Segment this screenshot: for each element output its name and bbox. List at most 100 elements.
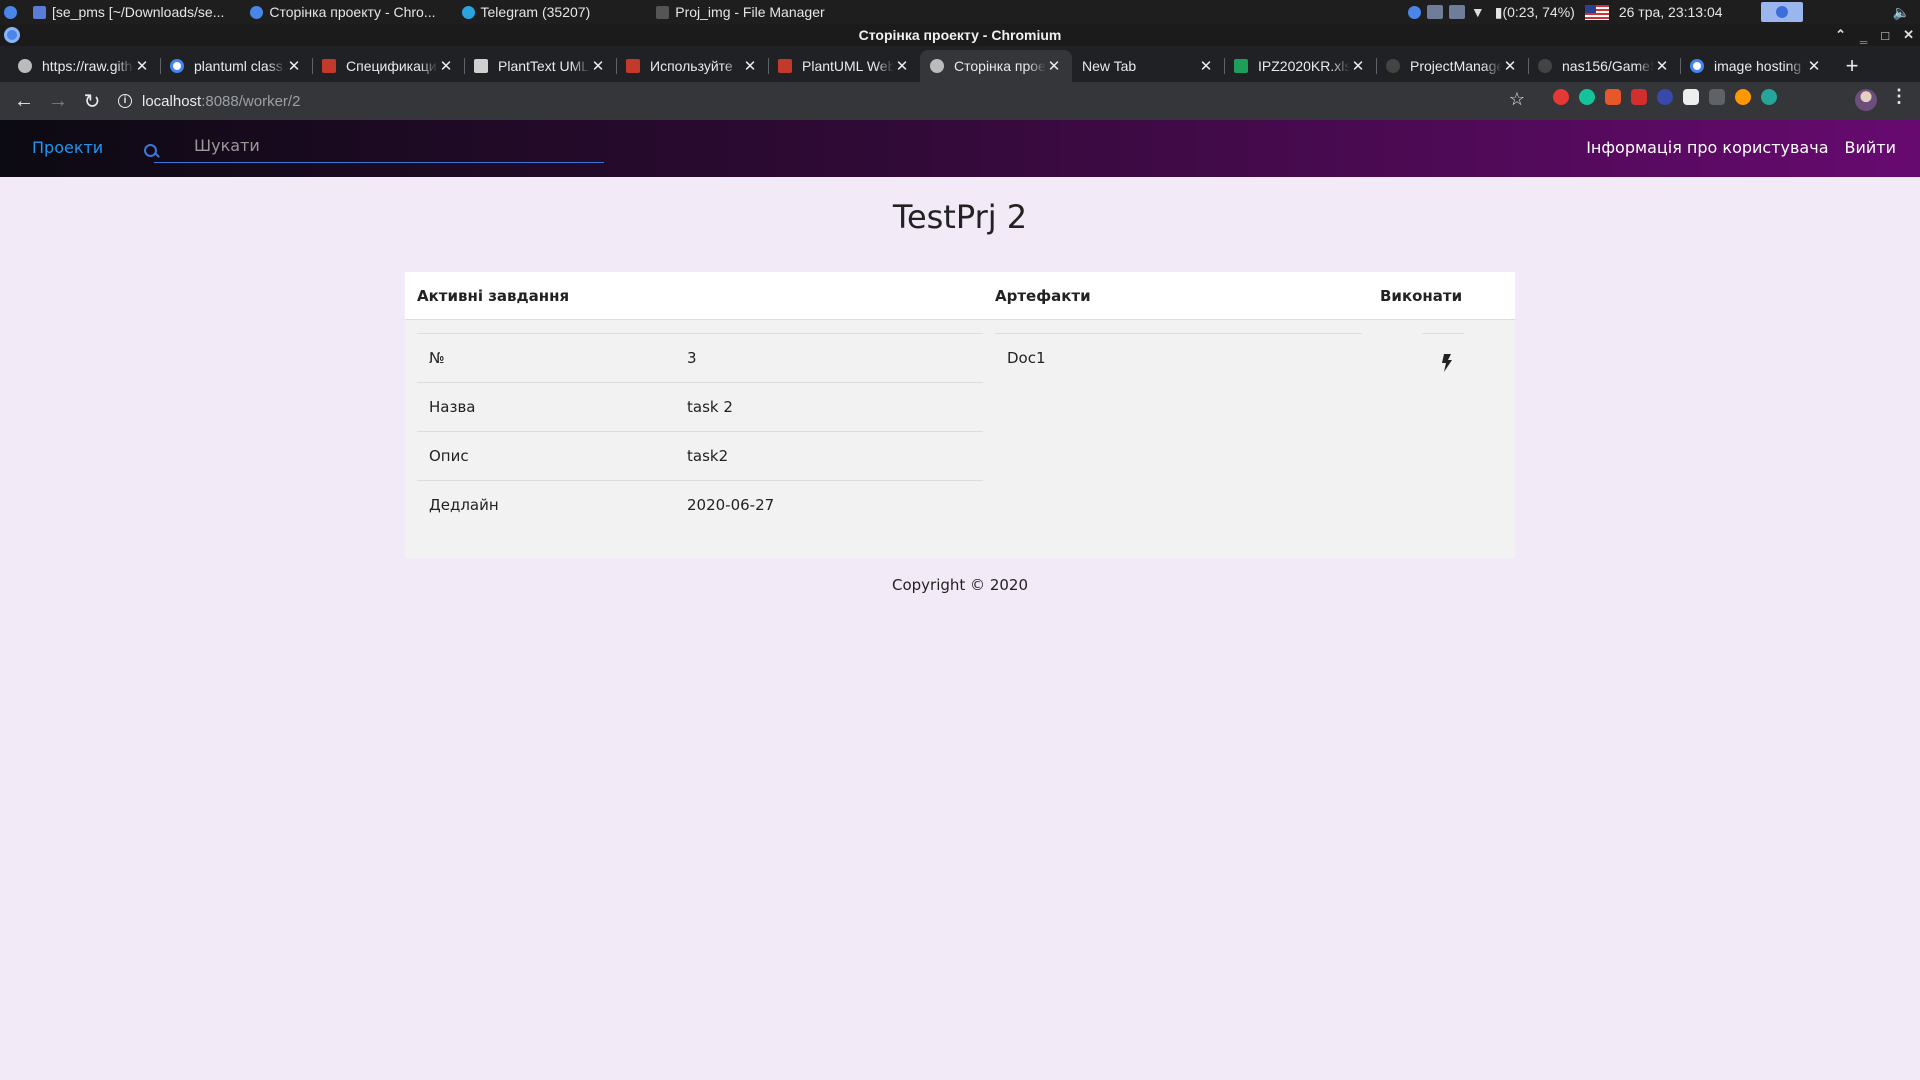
- close-icon[interactable]: ✕: [1502, 57, 1518, 75]
- url-host: localhost: [142, 92, 202, 110]
- active-tasks-header: Активні завдання: [417, 287, 570, 305]
- github-icon: [1386, 59, 1400, 73]
- globe-icon: [18, 59, 32, 73]
- browser-tab[interactable]: Используйте ✕: [616, 50, 768, 82]
- table-row: Дедлайн 2020-06-27: [417, 481, 983, 530]
- chromium-icon: [1775, 6, 1788, 18]
- artifacts-header: Артефакти: [995, 287, 1091, 305]
- browser-tab[interactable]: image hosting ✕: [1680, 50, 1832, 82]
- tab-title: New Tab: [1082, 58, 1137, 74]
- extension-icon[interactable]: [1683, 89, 1699, 105]
- task-description-label: Опис: [429, 447, 469, 465]
- tab-title: ProjectManagement: [1410, 58, 1502, 74]
- k-extension-icon[interactable]: [1657, 89, 1673, 105]
- pdf-extension-icon[interactable]: [1631, 89, 1647, 105]
- close-icon[interactable]: ✕: [286, 57, 302, 75]
- taskbar-item-telegram[interactable]: Telegram (35207): [452, 4, 601, 20]
- github-icon: [1538, 59, 1552, 73]
- address-bar[interactable]: i localhost:8088/worker/2 ☆: [110, 85, 1525, 117]
- taskbar-item-chromium[interactable]: Сторінка проекту - Chro...: [240, 4, 445, 20]
- url-path: :8088/worker/2: [201, 92, 301, 110]
- browser-tab[interactable]: ProjectManagement ✕: [1376, 50, 1528, 82]
- grammarly-extension-icon[interactable]: [1579, 89, 1595, 105]
- search-input[interactable]: [194, 132, 594, 158]
- browser-tab[interactable]: plantuml class diagram ✕: [160, 50, 312, 82]
- back-button[interactable]: ←: [8, 85, 40, 117]
- bookmark-star-icon[interactable]: ☆: [1509, 89, 1525, 110]
- chromium-icon: [250, 5, 264, 19]
- close-icon[interactable]: ✕: [438, 57, 454, 75]
- execute-bolt-icon[interactable]: [1442, 354, 1452, 372]
- browser-tab-active[interactable]: Сторінка проекту ✕: [920, 50, 1072, 82]
- chromium-tray-icon[interactable]: [1407, 5, 1421, 19]
- google-icon: [170, 59, 184, 73]
- taskbar-item-label: Сторінка проекту - Chro...: [269, 4, 436, 20]
- close-icon[interactable]: ✕: [1806, 57, 1822, 75]
- browser-tab[interactable]: PlantText UML ✕: [464, 50, 616, 82]
- table-row: № 3: [417, 334, 983, 383]
- user-info-link[interactable]: Інформація про користувача: [1586, 138, 1828, 157]
- close-icon[interactable]: ✕: [134, 57, 150, 75]
- close-icon[interactable]: ✕: [1350, 57, 1366, 75]
- wifi-icon[interactable]: ▼: [1471, 4, 1485, 20]
- tab-title: plantuml class diagram: [194, 58, 286, 74]
- clipboard-tray-icon[interactable]: [1448, 5, 1465, 19]
- close-window-button[interactable]: ✕: [1903, 27, 1914, 43]
- list-item[interactable]: Doc1: [995, 334, 1362, 383]
- window-titlebar: Сторінка проекту - Chromium ⌃ ‗ □ ✕: [0, 24, 1920, 46]
- reload-button[interactable]: ↻: [76, 85, 108, 117]
- close-icon[interactable]: ✕: [1046, 57, 1062, 75]
- ide-icon: [33, 5, 46, 19]
- chromium-icon: [4, 27, 20, 43]
- menu-icon[interactable]: [4, 5, 17, 19]
- profile-avatar[interactable]: [1855, 89, 1877, 111]
- browser-tab[interactable]: PlantUML Web Server ✕: [768, 50, 920, 82]
- tab-title: image hosting: [1714, 58, 1802, 74]
- extension-icon[interactable]: [1605, 89, 1621, 105]
- close-icon[interactable]: ✕: [742, 57, 758, 75]
- browser-tab[interactable]: nas156/GameStore ✕: [1528, 50, 1680, 82]
- maximize-button[interactable]: □: [1881, 28, 1889, 43]
- globe-icon: [930, 59, 944, 73]
- volume-icon[interactable]: 🔈: [1893, 4, 1910, 21]
- clock[interactable]: 26 тра, 23:13:04: [1619, 4, 1723, 20]
- search-field: [144, 130, 604, 163]
- extension-icon[interactable]: [1709, 89, 1725, 105]
- plantuml-icon: [626, 59, 640, 73]
- browser-tab[interactable]: https://raw.githubusercontent.com ✕: [8, 50, 160, 82]
- project-card: Активні завдання Артефакти Виконати № 3 …: [405, 272, 1515, 558]
- task-deadline-label: Дедлайн: [429, 496, 499, 514]
- browser-tab[interactable]: New Tab ✕: [1072, 50, 1224, 82]
- chevron-up-icon[interactable]: ⌃: [1835, 27, 1846, 43]
- browser-menu-icon[interactable]: ⋮: [1890, 86, 1908, 107]
- os-taskbar: [se_pms [~/Downloads/se... Сторінка прое…: [0, 0, 1920, 24]
- browser-tab[interactable]: IPZ2020KR.xlsx ✕: [1224, 50, 1376, 82]
- tab-title: PlantText UML: [498, 58, 590, 74]
- extension-icon[interactable]: [1761, 89, 1777, 105]
- keyboard-layout-flag-icon[interactable]: [1584, 4, 1609, 20]
- execute-header: Виконати: [1380, 287, 1463, 305]
- plantuml-icon: [322, 59, 336, 73]
- new-tab-button[interactable]: +: [1838, 50, 1866, 82]
- logout-link[interactable]: Вийти: [1845, 138, 1897, 157]
- close-icon[interactable]: ✕: [1198, 57, 1214, 75]
- excel-icon: [1234, 59, 1248, 73]
- table-row: Опис task2: [417, 432, 983, 481]
- workspace-switcher[interactable]: [1760, 2, 1803, 22]
- network-tray-icon[interactable]: [1426, 5, 1443, 19]
- forward-button[interactable]: →: [42, 85, 74, 117]
- browser-tab[interactable]: Спецификация ✕: [312, 50, 464, 82]
- extension-icon[interactable]: [1735, 89, 1751, 105]
- projects-link[interactable]: Проекти: [32, 138, 103, 157]
- battery-status[interactable]: ▮(0:23, 74%): [1495, 4, 1575, 21]
- close-icon[interactable]: ✕: [894, 57, 910, 75]
- close-icon[interactable]: ✕: [1654, 57, 1670, 75]
- minimize-button[interactable]: ‗: [1860, 28, 1867, 43]
- taskbar-item-file-manager[interactable]: Proj_img - File Manager: [646, 4, 834, 20]
- info-icon[interactable]: i: [118, 94, 132, 108]
- tab-title: Спецификация: [346, 58, 438, 74]
- taskbar-item-ide[interactable]: [se_pms [~/Downloads/se...: [23, 4, 234, 20]
- taskbar-item-label: Telegram (35207): [480, 4, 591, 20]
- adblock-extension-icon[interactable]: [1553, 89, 1569, 105]
- close-icon[interactable]: ✕: [590, 57, 606, 75]
